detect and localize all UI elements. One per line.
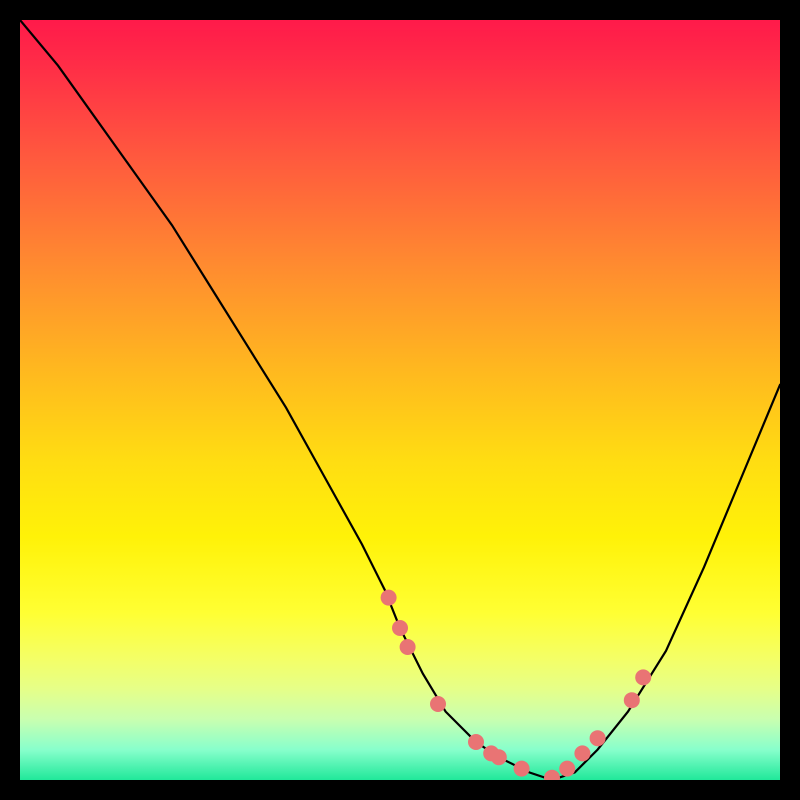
- marker-dot: [624, 692, 640, 708]
- plot-area: [20, 20, 780, 780]
- marker-dot: [468, 734, 484, 750]
- gradient-background: [20, 20, 780, 780]
- marker-dot: [491, 749, 507, 765]
- marker-dot: [590, 730, 606, 746]
- chart-frame: TheBottleneck.com: [20, 20, 780, 780]
- marker-dot: [381, 590, 397, 606]
- marker-dot: [430, 696, 446, 712]
- marker-dot: [559, 761, 575, 777]
- marker-dot: [400, 639, 416, 655]
- marker-dot: [574, 745, 590, 761]
- marker-dot: [635, 669, 651, 685]
- marker-dot: [514, 761, 530, 777]
- marker-dot: [392, 620, 408, 636]
- bottleneck-chart: [20, 20, 780, 780]
